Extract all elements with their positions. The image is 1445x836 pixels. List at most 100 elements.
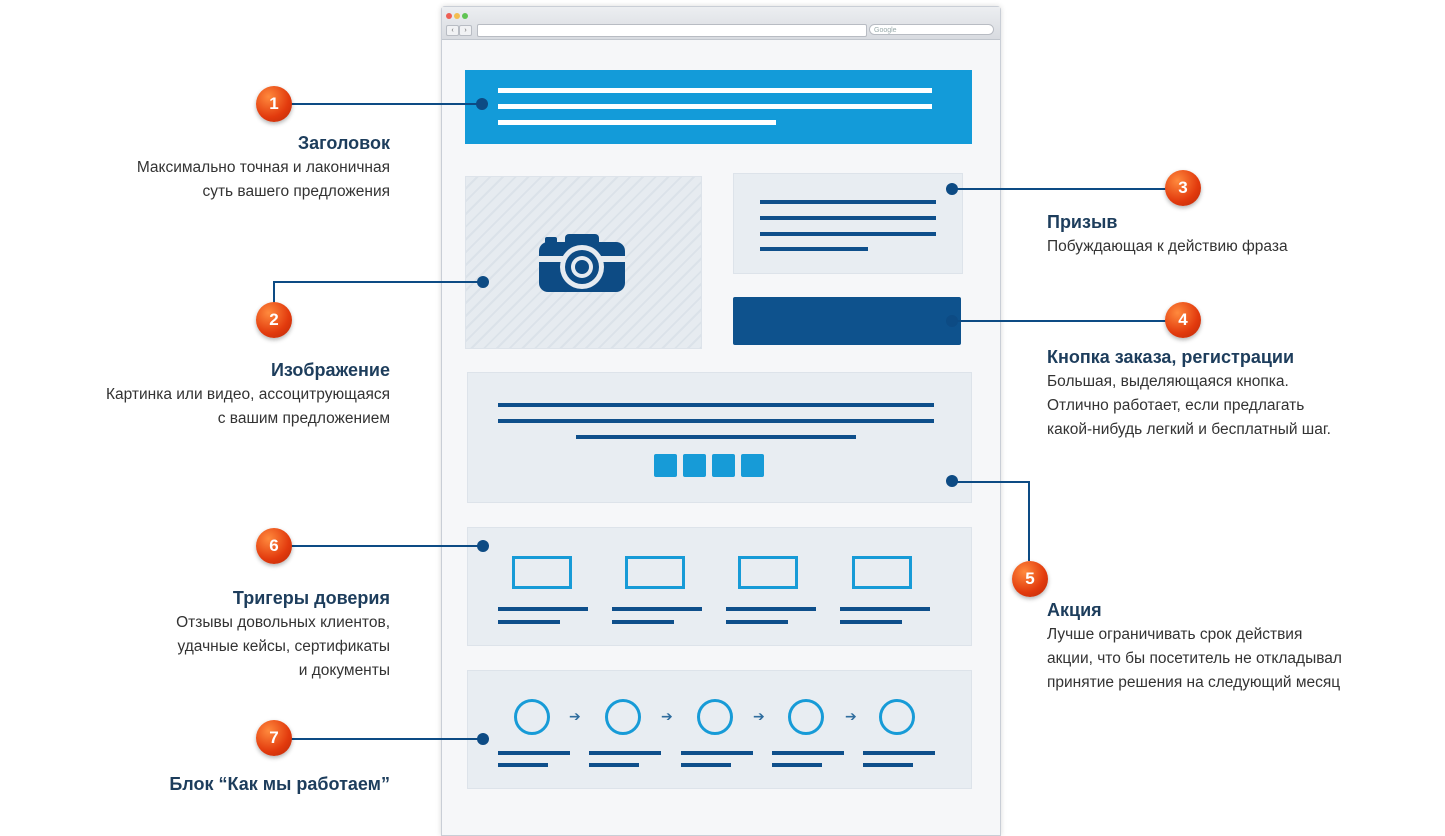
text-line bbox=[863, 763, 913, 767]
connector-line bbox=[273, 281, 483, 283]
promo-panel bbox=[467, 372, 972, 503]
connector-line bbox=[290, 103, 482, 105]
text-line bbox=[760, 232, 936, 236]
arrow-right-icon: ➔ bbox=[845, 708, 857, 724]
callout-desc: Большая, выделяющаяся кнопка. bbox=[1047, 373, 1289, 390]
callout-desc: удачные кейсы, сертификаты bbox=[177, 638, 390, 655]
maximize-dot-icon[interactable] bbox=[462, 13, 468, 19]
arrow-right-icon: ➔ bbox=[569, 708, 581, 724]
step-circle-icon bbox=[879, 699, 915, 735]
callout-4-text: Кнопка заказа, регистрации Большая, выде… bbox=[1047, 347, 1331, 442]
connector-dot bbox=[477, 733, 489, 745]
callout-badge-1: 1 bbox=[256, 86, 292, 122]
callout-1-text: Заголовок Максимально точная и лаконична… bbox=[137, 133, 390, 204]
headline-block bbox=[465, 70, 972, 144]
text-line bbox=[726, 620, 788, 624]
step-circle-icon bbox=[605, 699, 641, 735]
callout-badge-7: 7 bbox=[256, 720, 292, 756]
callout-desc: акции, что бы посетитель не откладывал bbox=[1047, 650, 1342, 667]
callout-desc: и документы bbox=[298, 662, 390, 679]
callout-badge-4: 4 bbox=[1165, 302, 1201, 338]
text-line bbox=[760, 247, 868, 251]
step-circle-icon bbox=[514, 699, 550, 735]
headline-line bbox=[498, 88, 932, 93]
countdown-box bbox=[654, 454, 677, 477]
callout-title: Изображение bbox=[270, 360, 390, 380]
headline-line bbox=[498, 104, 932, 109]
text-line bbox=[576, 435, 856, 439]
address-bar[interactable] bbox=[477, 24, 867, 37]
connector-line bbox=[952, 320, 1167, 322]
text-line bbox=[760, 200, 936, 204]
connector-dot bbox=[946, 183, 958, 195]
forward-button[interactable]: › bbox=[459, 25, 472, 36]
callout-desc: Отзывы довольных клиентов, bbox=[176, 614, 390, 631]
callout-6-text: Тригеры доверия Отзывы довольных клиенто… bbox=[176, 588, 390, 683]
arrow-right-icon: ➔ bbox=[753, 708, 765, 724]
callout-desc: Максимально точная и лаконичная bbox=[136, 159, 390, 176]
countdown-box bbox=[683, 454, 706, 477]
connector-line bbox=[952, 188, 1167, 190]
step-circle-icon bbox=[697, 699, 733, 735]
image-placeholder bbox=[465, 176, 702, 349]
callout-badge-5: 5 bbox=[1012, 561, 1048, 597]
text-line bbox=[498, 763, 548, 767]
arrow-right-icon: ➔ bbox=[661, 708, 673, 724]
callout-desc: с вашим предложением bbox=[217, 410, 390, 427]
trust-panel bbox=[467, 527, 972, 646]
text-line bbox=[863, 751, 935, 755]
text-line bbox=[726, 607, 816, 611]
connector-line bbox=[290, 545, 483, 547]
text-line bbox=[498, 403, 934, 407]
connector-dot bbox=[946, 475, 958, 487]
monitor-icon bbox=[738, 556, 798, 589]
callout-desc: Лучше ограничивать срок действия bbox=[1047, 626, 1303, 643]
callout-badge-3: 3 bbox=[1165, 170, 1201, 206]
callout-desc: суть вашего предложения bbox=[202, 183, 390, 200]
text-line bbox=[498, 620, 560, 624]
monitor-icon bbox=[852, 556, 912, 589]
text-line bbox=[840, 607, 930, 611]
text-line bbox=[772, 763, 822, 767]
monitor-icon bbox=[512, 556, 572, 589]
callout-desc: Отлично работает, если предлагать bbox=[1047, 397, 1305, 414]
countdown-box bbox=[712, 454, 735, 477]
text-line bbox=[840, 620, 902, 624]
order-button[interactable] bbox=[733, 297, 961, 345]
text-line bbox=[612, 607, 702, 611]
monitor-icon bbox=[625, 556, 685, 589]
callout-3-text: Призыв Побуждающая к действию фраза bbox=[1047, 212, 1288, 259]
countdown-box bbox=[741, 454, 764, 477]
callout-desc: Побуждающая к действию фраза bbox=[1047, 238, 1288, 255]
text-line bbox=[589, 763, 639, 767]
back-button[interactable]: ‹ bbox=[446, 25, 459, 36]
text-line bbox=[772, 751, 844, 755]
text-line bbox=[760, 216, 936, 220]
text-line bbox=[681, 751, 753, 755]
callout-5-text: Акция Лучше ограничивать срок действия а… bbox=[1047, 600, 1342, 695]
step-circle-icon bbox=[788, 699, 824, 735]
connector-line bbox=[1028, 481, 1030, 561]
connector-dot bbox=[477, 540, 489, 552]
connector-dot bbox=[946, 315, 958, 327]
callout-desc: принятие решения на следующий месяц bbox=[1047, 674, 1341, 691]
minimize-dot-icon[interactable] bbox=[454, 13, 460, 19]
callout-title: Блок “Как мы работаем” bbox=[169, 774, 390, 794]
close-dot-icon[interactable] bbox=[446, 13, 452, 19]
callout-desc: какой-нибудь легкий и бесплатный шаг. bbox=[1047, 421, 1331, 438]
browser-toolbar: ‹ › Google bbox=[442, 7, 1000, 40]
callout-7-text: Блок “Как мы работаем” bbox=[169, 774, 390, 795]
search-field[interactable]: Google bbox=[869, 24, 994, 35]
text-line bbox=[612, 620, 674, 624]
connector-dot bbox=[476, 98, 488, 110]
text-line bbox=[589, 751, 661, 755]
callout-desc: Картинка или видео, ассоцитрующаяся bbox=[105, 386, 390, 403]
callout-title: Призыв bbox=[1047, 212, 1118, 232]
callout-title: Кнопка заказа, регистрации bbox=[1047, 347, 1295, 367]
text-line bbox=[498, 607, 588, 611]
callout-title: Тригеры доверия bbox=[232, 588, 390, 608]
callout-badge-2: 2 bbox=[256, 302, 292, 338]
connector-line bbox=[290, 738, 483, 740]
camera-icon bbox=[539, 234, 625, 292]
callout-title: Акция bbox=[1047, 600, 1102, 620]
